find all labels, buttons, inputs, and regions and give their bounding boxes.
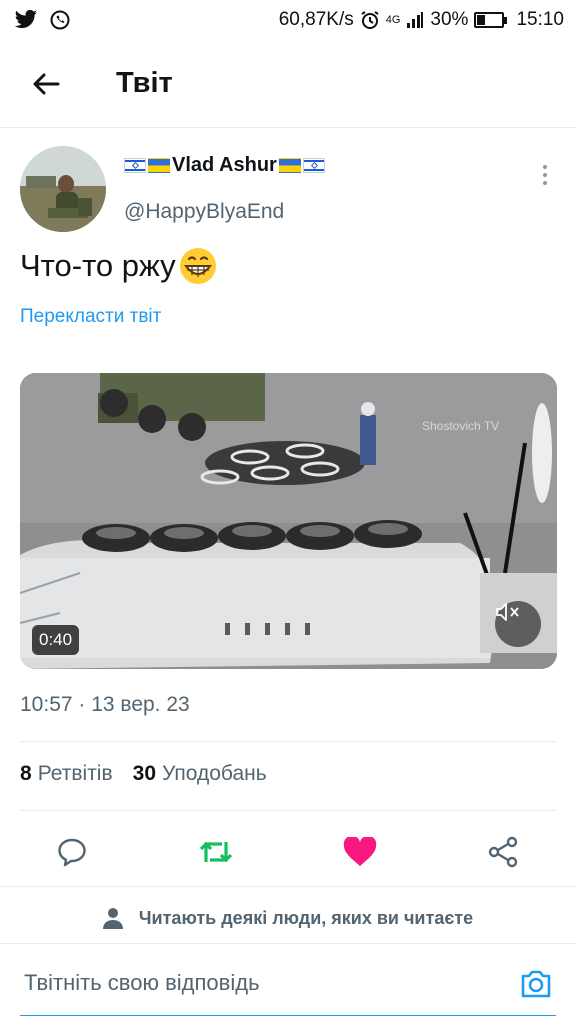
- alarm-icon: [361, 11, 379, 29]
- clock: 15:10: [516, 9, 564, 30]
- ukraine-flag-icon: [278, 158, 301, 173]
- reply-button[interactable]: [52, 832, 92, 872]
- avatar[interactable]: [20, 146, 106, 232]
- retweet-icon: [199, 841, 233, 863]
- twitter-bird-icon: [14, 10, 37, 28]
- tweet-stats: 8 Ретвітів 30 Уподобань: [20, 762, 267, 786]
- more-dot-icon: [543, 165, 547, 169]
- tweet-author: Vlad Ashur @HappyBlyaEnd: [20, 146, 560, 236]
- viber-icon: [50, 10, 70, 30]
- battery-percent: 30%: [430, 9, 469, 30]
- divider: [20, 810, 556, 811]
- muted-speaker-icon: [496, 603, 519, 621]
- signal-icon: [407, 12, 424, 28]
- top-app-bar: Твіт: [0, 40, 576, 128]
- author-handle[interactable]: @HappyBlyaEnd: [124, 200, 284, 224]
- retweets-stat[interactable]: 8 Ретвітів: [20, 762, 113, 786]
- back-button[interactable]: [22, 60, 70, 108]
- more-dot-icon: [543, 173, 547, 177]
- camera-icon: [521, 970, 551, 998]
- video-player[interactable]: Shostovich TV 0:40: [20, 373, 557, 669]
- grinning-face-emoji-icon: [179, 248, 216, 284]
- arrow-left-icon: [33, 73, 60, 94]
- camera-button[interactable]: [516, 964, 556, 1004]
- like-button[interactable]: [340, 832, 380, 872]
- reply-composer: Твітніть свою відповідь: [0, 944, 576, 1024]
- likes-count: 30: [132, 762, 156, 785]
- network-type: 4G: [385, 14, 401, 26]
- video-watermark: Shostovich TV: [422, 419, 500, 433]
- network-speed: 60,87K/s: [278, 9, 354, 30]
- status-bar: 60,87K/s 4G 30% 15:10: [0, 0, 576, 40]
- battery-icon: [474, 12, 508, 28]
- share-button[interactable]: [484, 832, 524, 872]
- battery-fill: [477, 15, 486, 25]
- reply-underline: [20, 1015, 556, 1016]
- tweet-actions: [0, 826, 576, 876]
- share-icon: [488, 836, 518, 868]
- ukraine-flag-icon: [148, 158, 170, 173]
- retweets-label: Ретвітів: [37, 762, 113, 785]
- heart-icon: [343, 837, 377, 866]
- more-options-button[interactable]: [530, 160, 560, 190]
- more-dot-icon: [543, 181, 547, 185]
- tweet-body: Что-то ржу: [20, 248, 176, 283]
- video-thumbnail: [20, 373, 557, 669]
- readers-notice-text: Читають деякі люди, яких ви читаєте: [138, 907, 474, 928]
- likes-label: Уподобань: [162, 762, 267, 785]
- israel-flag-icon: [124, 158, 146, 173]
- person-icon: [102, 908, 123, 929]
- divider: [0, 886, 576, 887]
- divider: [20, 741, 556, 742]
- reply-input[interactable]: Твітніть свою відповідь: [24, 970, 260, 996]
- comment-icon: [58, 838, 86, 867]
- tweet-timestamp[interactable]: 10:57 · 13 вер. 23: [20, 693, 190, 717]
- readers-notice: Читають деякі люди, яких ви читаєте: [0, 898, 576, 938]
- video-duration: 0:40: [32, 625, 80, 655]
- unmute-button[interactable]: [495, 601, 541, 647]
- israel-flag-icon: [302, 158, 325, 173]
- retweet-button[interactable]: [196, 832, 236, 872]
- author-display-name: Vlad Ashur: [172, 154, 277, 176]
- author-name[interactable]: Vlad Ashur: [124, 154, 325, 177]
- tweet-text: Что-то ржу: [20, 246, 218, 286]
- retweets-count: 8: [20, 762, 32, 785]
- translate-tweet-link[interactable]: Перекласти твіт: [20, 306, 161, 328]
- likes-stat[interactable]: 30 Уподобань: [133, 762, 267, 786]
- page-title: Твіт: [116, 67, 173, 99]
